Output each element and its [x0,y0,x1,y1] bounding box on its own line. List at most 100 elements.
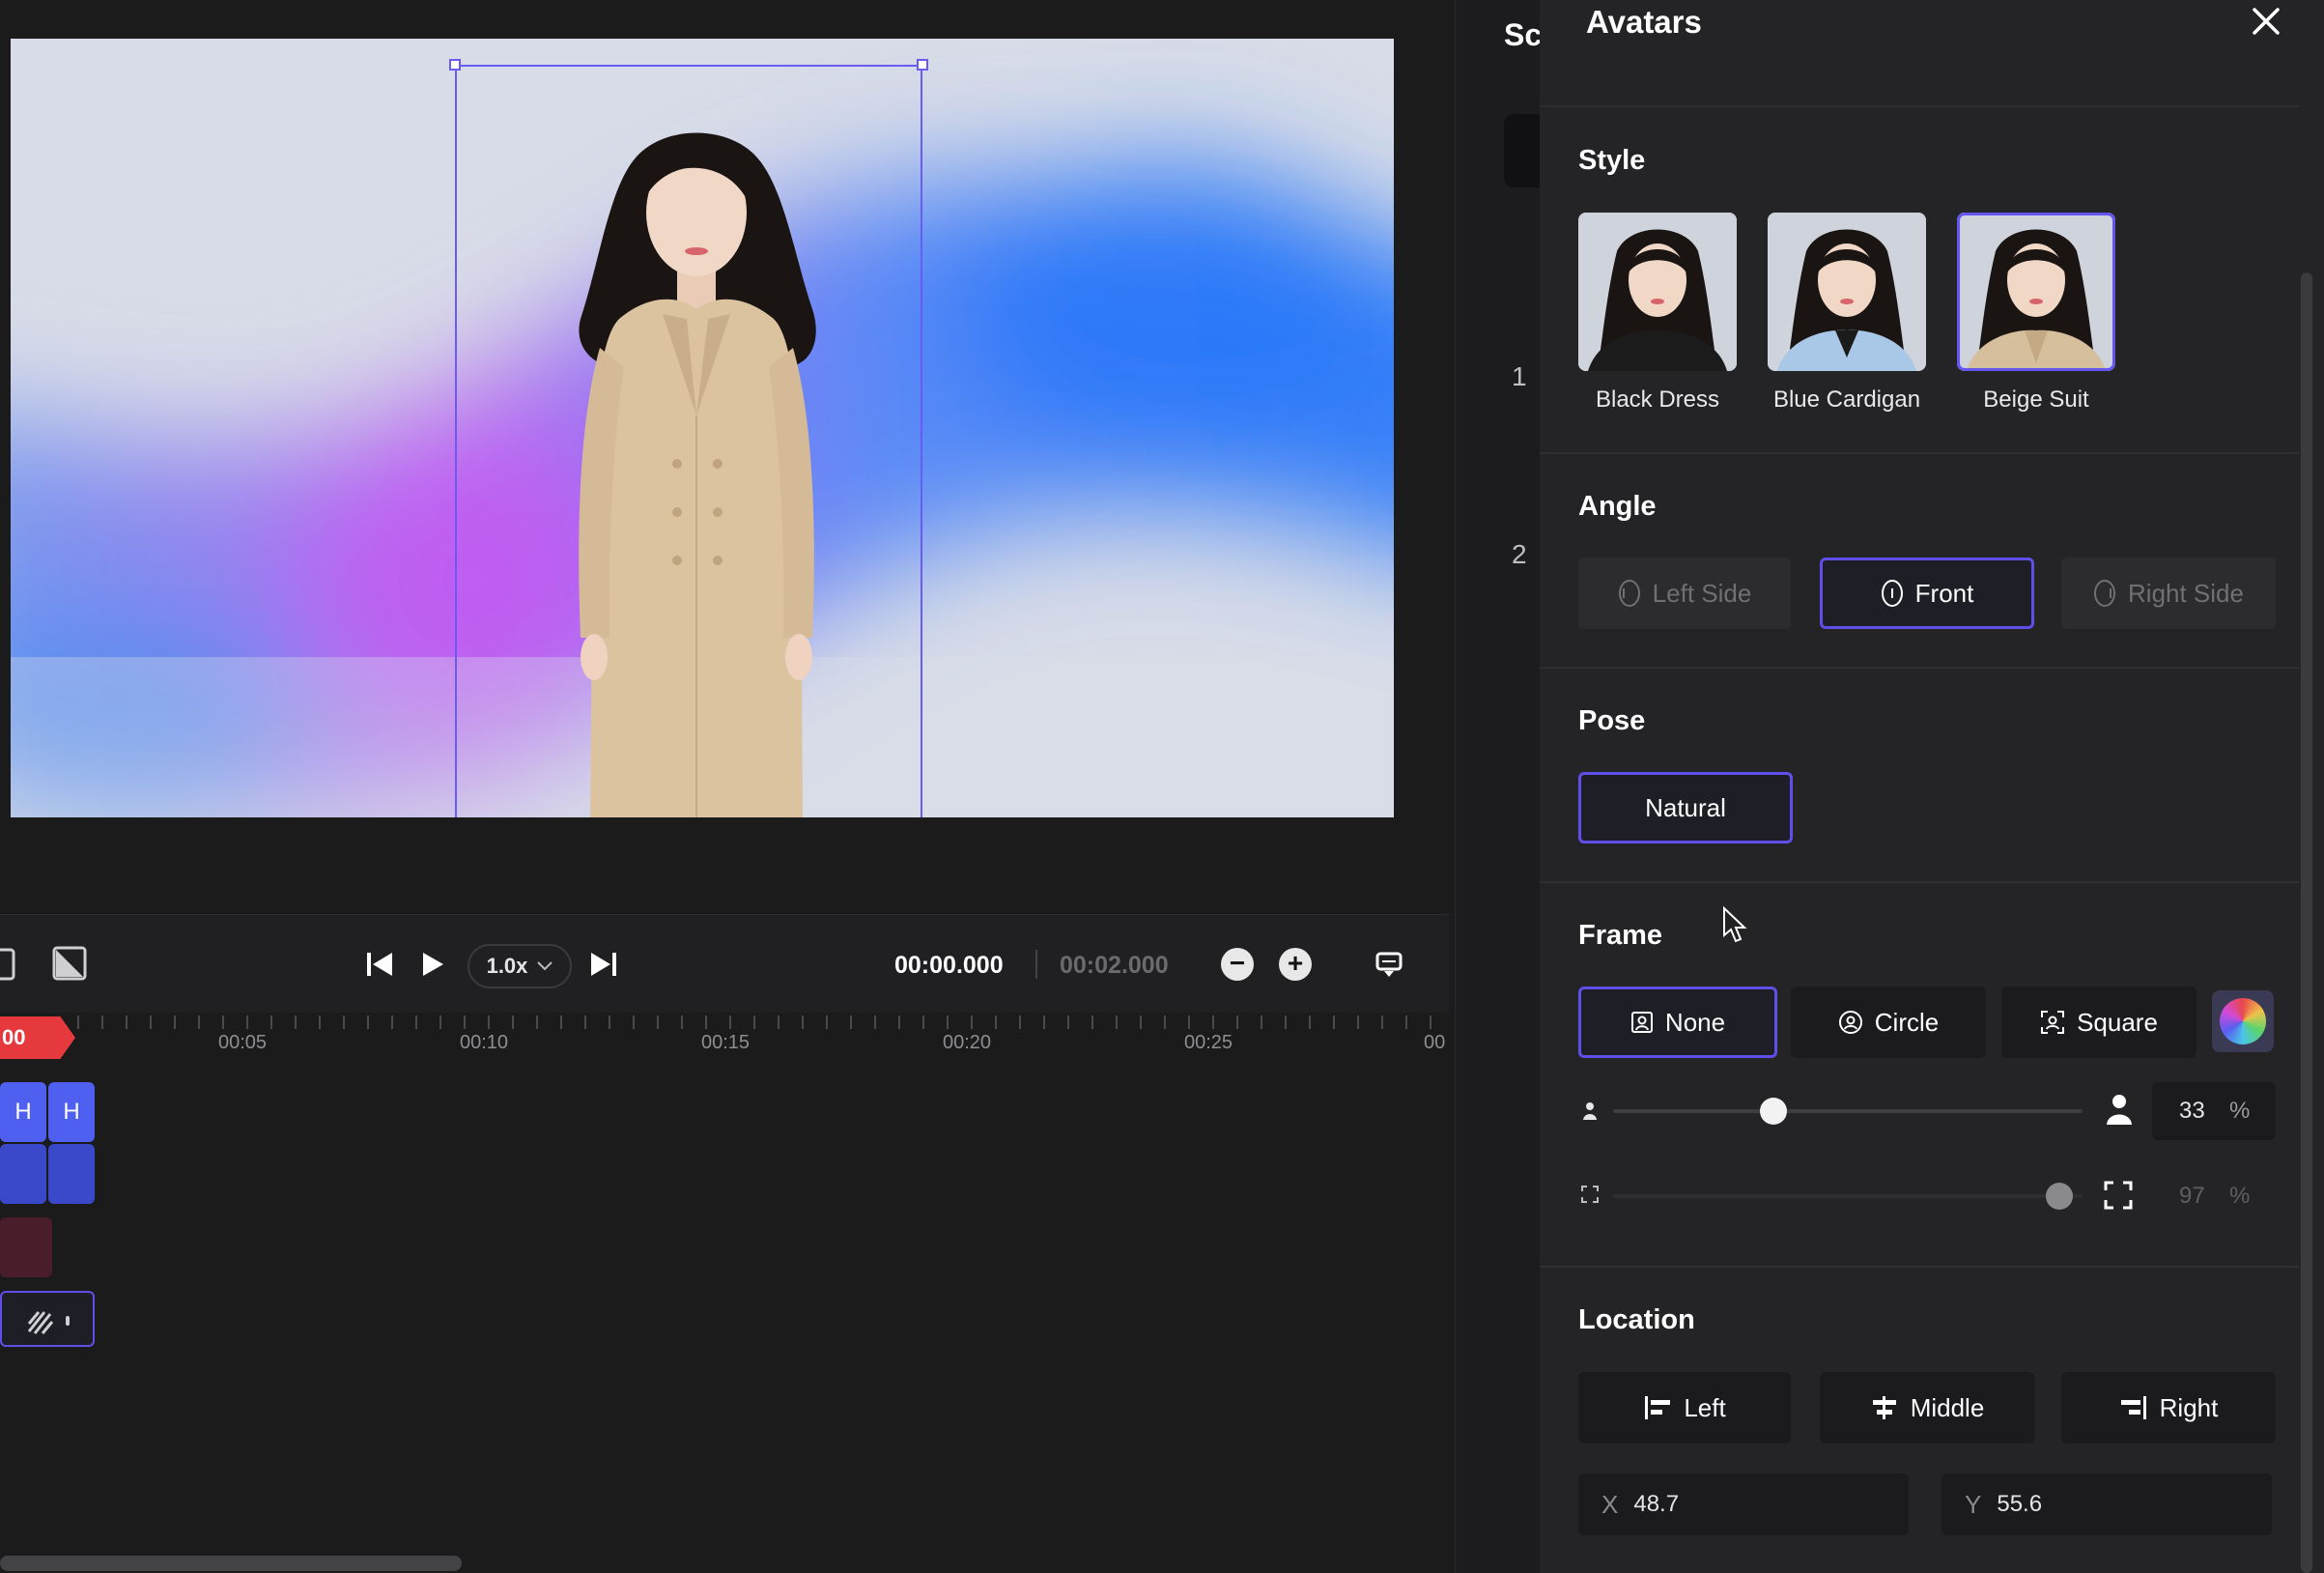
location-section-title: Location [1578,1304,1695,1335]
zoom-in-button[interactable]: + [1279,948,1312,981]
split-view-icon[interactable] [0,948,15,981]
frame-fill-value: 97 [2179,1183,2205,1209]
frame-option-label: None [1664,1007,1726,1037]
y-position-field[interactable]: Y 55.6 [1941,1473,2272,1535]
person-small-icon [1583,1102,1597,1120]
y-value: 55.6 [1997,1491,2043,1517]
color-wheel-icon [2220,998,2266,1044]
frame-section-title: Frame [1578,920,1663,951]
frame-color-picker[interactable] [2212,990,2274,1052]
frame-fill-slider-knob[interactable] [2046,1183,2073,1210]
angle-option-label: Left Side [1652,578,1752,608]
style-option-black-dress[interactable]: Black Dress [1578,213,1737,414]
scene-number[interactable]: 2 [1512,539,1527,570]
angle-right-side-button[interactable]: Right Side [2061,558,2276,629]
avatar-clip-body[interactable] [0,1144,46,1204]
fit-large-icon [2104,1181,2133,1210]
angle-option-label: Right Side [2128,578,2244,608]
playback-speed-value: 1.0x [486,954,528,978]
panel-title: Avatars [1586,4,1702,40]
location-left-button[interactable]: Left [1578,1372,1791,1444]
playhead-label: 00 [2,1025,26,1049]
x-value: 48.7 [1633,1491,1680,1517]
head-left-icon [1618,580,1640,607]
divider [1540,1266,2299,1268]
scenes-column: Sc 1 2 [1455,0,1562,1573]
resize-handle-top-left[interactable] [449,59,461,71]
audio-clip[interactable] [0,1217,52,1277]
resize-handle-top-right[interactable] [917,59,928,71]
avatar-size-unit: % [2229,1098,2251,1124]
editor-top-strip [0,0,1449,39]
avatar-size-field[interactable]: 33 % [2152,1082,2276,1140]
style-thumbnail [1578,213,1737,371]
divider [1540,105,2299,107]
x-position-field[interactable]: X 48.7 [1578,1473,1909,1535]
play-icon[interactable] [417,950,446,979]
background-pattern-icon [27,1311,70,1334]
playhead[interactable]: 00 [0,1016,75,1059]
tick-label: 00:05 [218,1032,268,1053]
align-left-icon [1645,1396,1671,1419]
location-option-label: Middle [1910,1392,1985,1422]
scenes-title: Sc [1504,17,1543,52]
circle-portrait-icon [1838,1011,1862,1034]
frame-none-button[interactable]: None [1578,987,1777,1058]
timeline-ruler[interactable]: 00:05 00:10 00:15 00:20 00:25 00 [0,1013,1449,1065]
location-middle-button[interactable]: Middle [1820,1372,2034,1444]
current-time: 00:00.000 [894,952,1004,979]
video-preview-canvas[interactable] [11,39,1394,817]
avatar-clip-body[interactable] [48,1144,95,1204]
playback-speed-select[interactable]: 1.0x [468,944,572,988]
x-label: X [1601,1489,1619,1519]
avatar-selection-box[interactable] [449,59,928,817]
tick-label: 00:20 [943,1032,992,1053]
subtitles-icon[interactable] [1375,948,1403,979]
angle-front-button[interactable]: Front [1820,558,2034,629]
timeline-horizontal-scrollbar[interactable] [0,1556,462,1571]
frame-square-button[interactable]: Square [2001,987,2196,1058]
frame-circle-button[interactable]: Circle [1791,987,1986,1058]
style-option-blue-cardigan[interactable]: Blue Cardigan [1768,213,1926,414]
mouse-cursor-icon [1723,906,1747,943]
location-option-label: Right [2159,1392,2219,1422]
avatar-clip[interactable]: H [0,1082,46,1142]
tick-label: 00:25 [1184,1032,1233,1053]
frame-fill-unit: % [2229,1183,2251,1209]
pose-natural-button[interactable]: Natural [1578,772,1793,844]
tick-label: 00:15 [701,1032,751,1053]
close-icon[interactable] [2245,0,2287,43]
chevron-down-icon [537,961,553,971]
divider [1540,667,2299,669]
skip-to-start-icon[interactable] [365,950,394,979]
frame-fill-slider[interactable] [1613,1194,2083,1198]
background-clip[interactable] [0,1291,95,1347]
avatar-size-value: 33 [2179,1098,2205,1124]
avatars-panel: Avatars Style Black Dress Blue Cardigan … [1540,0,2324,1573]
zoom-out-button[interactable]: − [1221,948,1254,981]
aspect-ratio-icon[interactable] [52,946,87,981]
avatar-clip[interactable]: H [48,1082,95,1142]
time-divider [1035,950,1037,979]
scene-number[interactable]: 1 [1512,361,1527,392]
style-section-title: Style [1578,145,1646,176]
location-option-label: Left [1684,1392,1726,1422]
frame-fill-field[interactable]: 97 % [2152,1167,2276,1225]
ruler-ticks [77,1015,1449,1029]
skip-to-end-icon[interactable] [589,950,618,979]
tick-label: 00:10 [460,1032,509,1053]
head-front-icon [1881,580,1903,607]
frame-option-label: Circle [1874,1007,1940,1037]
location-right-button[interactable]: Right [2061,1372,2276,1444]
angle-section-title: Angle [1578,491,1657,522]
align-right-icon [2120,1396,2146,1419]
clip-letter: H [63,1099,80,1125]
angle-left-side-button[interactable]: Left Side [1578,558,1791,629]
avatar-size-slider-knob[interactable] [1760,1098,1787,1125]
panel-scrollbar[interactable] [2301,272,2312,1573]
divider [1540,452,2299,454]
style-thumbnail [1957,213,2115,371]
avatar-size-slider[interactable] [1613,1109,2083,1113]
frame-option-label: Square [2077,1007,2158,1037]
style-option-beige-suit[interactable]: Beige Suit [1957,213,2115,414]
